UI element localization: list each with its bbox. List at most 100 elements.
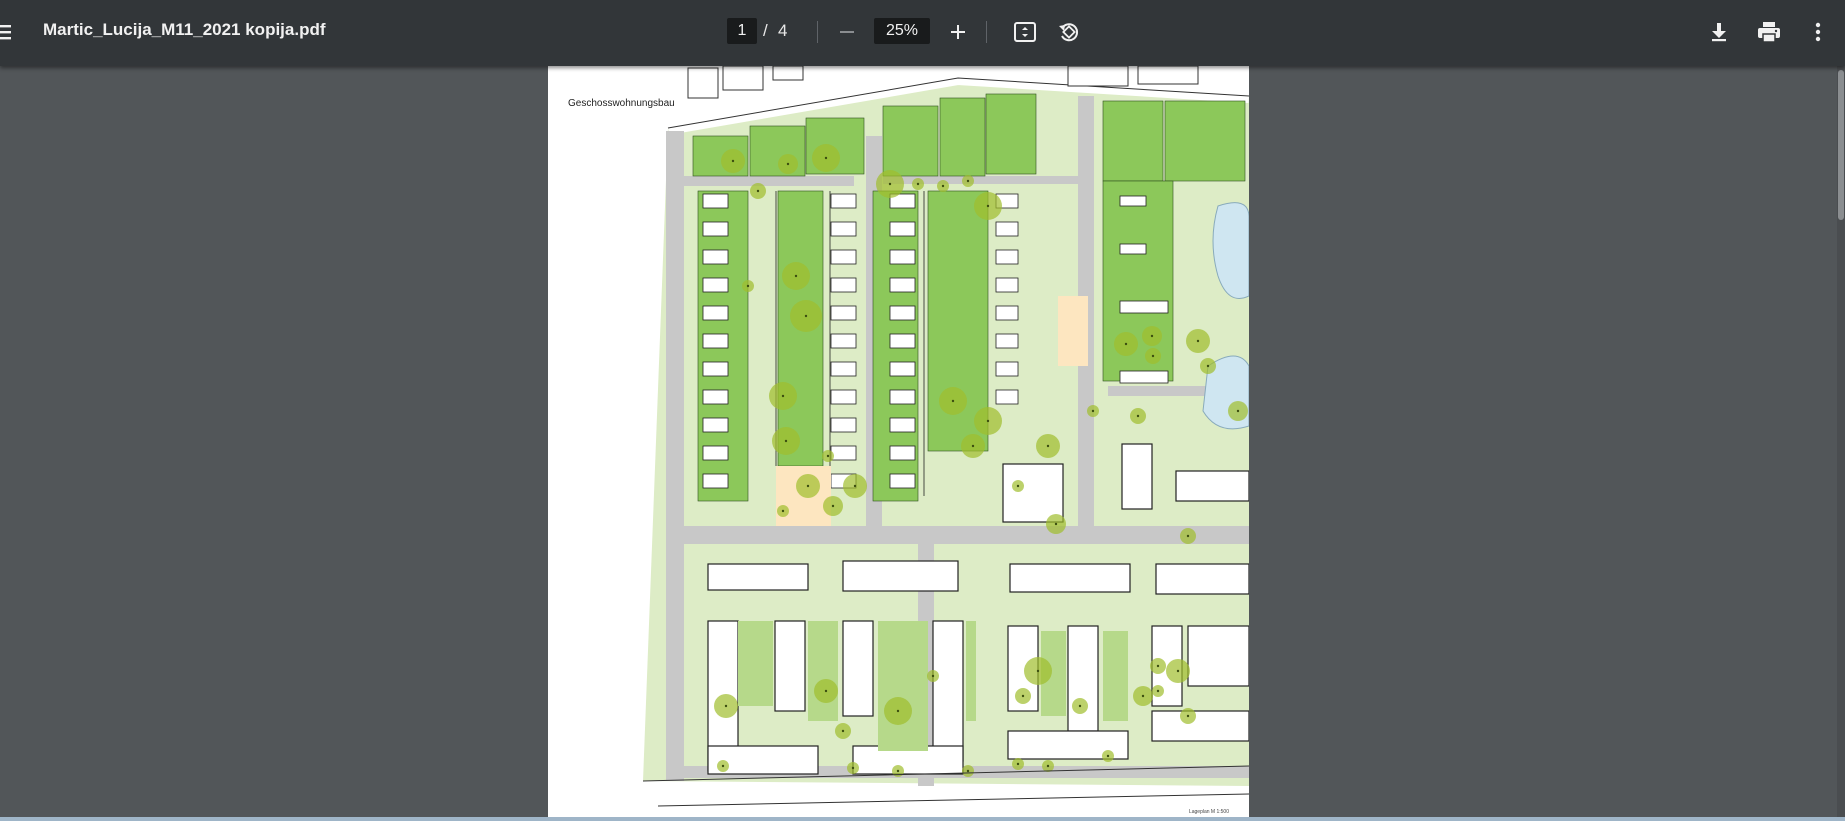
tree-trunk xyxy=(971,444,975,448)
zoom-out-button[interactable] xyxy=(835,20,859,44)
download-button[interactable] xyxy=(1706,19,1732,45)
scrollbar-thumb[interactable] xyxy=(1838,70,1844,220)
zoom-in-button[interactable] xyxy=(946,20,970,44)
garden-lawn xyxy=(882,105,939,177)
tree-trunk xyxy=(1156,664,1160,668)
row-house xyxy=(995,277,1019,293)
tree-trunk xyxy=(731,159,735,163)
row-house xyxy=(830,389,857,405)
tree-trunk xyxy=(951,399,955,403)
row-house xyxy=(702,445,729,461)
apartment-block xyxy=(1155,563,1249,595)
page-number-input[interactable] xyxy=(727,18,757,44)
rotate-button[interactable] xyxy=(1056,19,1082,45)
neighbour-building xyxy=(1067,66,1129,87)
tree-trunk xyxy=(781,509,785,513)
apartment-block xyxy=(1121,443,1153,510)
tree-trunk xyxy=(794,274,798,278)
document-title: Martic_Lucija_M11_2021 kopija.pdf xyxy=(43,20,326,39)
zoom-in-icon xyxy=(951,25,965,39)
more-options-button[interactable] xyxy=(1808,19,1828,45)
print-button[interactable] xyxy=(1755,19,1783,45)
tree-trunk xyxy=(853,484,857,488)
playground xyxy=(1058,296,1088,366)
tree-trunk xyxy=(1186,534,1190,538)
document-viewport[interactable]: Geschosswohnungsbau Lageplan M 1:500 xyxy=(0,66,1845,821)
row-house xyxy=(889,389,916,405)
garden-lawn xyxy=(1102,100,1164,182)
tree-trunk xyxy=(1078,704,1082,708)
download-icon xyxy=(1712,23,1726,42)
tree-trunk xyxy=(1151,354,1155,358)
row-house xyxy=(830,249,857,265)
courtyard-lawn xyxy=(878,621,928,751)
row-house xyxy=(995,221,1019,237)
tree-trunk xyxy=(784,439,788,443)
zoom-out-icon xyxy=(840,31,854,33)
tree-trunk xyxy=(851,766,855,770)
tree-trunk xyxy=(781,394,785,398)
row-house xyxy=(995,305,1019,321)
row-house xyxy=(830,221,857,237)
tree-trunk xyxy=(824,156,828,160)
rotate-icon xyxy=(1059,23,1079,42)
garden-lawn xyxy=(985,93,1037,175)
garden-lawn xyxy=(1164,100,1246,182)
apartment-block xyxy=(707,563,809,591)
tree-trunk xyxy=(826,454,830,458)
row-house xyxy=(889,277,916,293)
menu-button[interactable] xyxy=(0,20,14,44)
row-house xyxy=(830,417,857,433)
townhouse xyxy=(1119,300,1169,314)
tree-trunk xyxy=(841,729,845,733)
tree-trunk xyxy=(966,769,970,773)
row-house xyxy=(830,333,857,349)
townhouse xyxy=(1119,195,1147,207)
footpath xyxy=(684,526,1249,544)
tree-trunk xyxy=(986,204,990,208)
tree-trunk xyxy=(1046,764,1050,768)
tree-trunk xyxy=(1106,754,1110,758)
row-house xyxy=(702,277,729,293)
tree-trunk xyxy=(1196,339,1200,343)
row-house xyxy=(995,389,1019,405)
apartment-block xyxy=(842,620,874,717)
row-house xyxy=(830,193,857,209)
garden-lawn xyxy=(939,97,986,177)
neighbour-building xyxy=(722,66,764,91)
row-house xyxy=(889,445,916,461)
fit-page-button[interactable] xyxy=(1012,19,1038,45)
apartment-block xyxy=(1067,625,1099,732)
tree-trunk xyxy=(831,504,835,508)
row-house xyxy=(889,333,916,349)
row-house xyxy=(702,389,729,405)
footpath xyxy=(666,131,684,781)
tree-trunk xyxy=(806,484,810,488)
tree-trunk xyxy=(888,182,892,186)
row-house xyxy=(889,417,916,433)
fit-page-icon xyxy=(1014,22,1036,42)
tree-trunk xyxy=(1176,669,1180,673)
row-house xyxy=(995,333,1019,349)
toolbar-divider xyxy=(986,21,987,43)
neighbour-building xyxy=(687,67,719,99)
tree-trunk xyxy=(1046,444,1050,448)
neighbour-building xyxy=(1137,66,1199,85)
apartment-block xyxy=(932,620,964,762)
row-house xyxy=(889,361,916,377)
print-icon xyxy=(1758,22,1780,43)
east-lawn xyxy=(1102,180,1174,382)
plan-label: Geschosswohnungsbau xyxy=(568,98,675,109)
row-house xyxy=(995,361,1019,377)
zoom-level[interactable]: 25% xyxy=(874,18,930,44)
row-house xyxy=(702,193,729,209)
apartment-block xyxy=(1151,710,1249,742)
tree-trunk xyxy=(1091,409,1095,413)
row-house xyxy=(702,473,729,489)
pdf-page: Geschosswohnungsbau Lageplan M 1:500 xyxy=(548,66,1249,817)
apartment-block xyxy=(1002,463,1064,523)
tree-trunk xyxy=(724,704,728,708)
row-house xyxy=(995,249,1019,265)
tree-trunk xyxy=(1016,484,1020,488)
tree-trunk xyxy=(786,162,790,166)
